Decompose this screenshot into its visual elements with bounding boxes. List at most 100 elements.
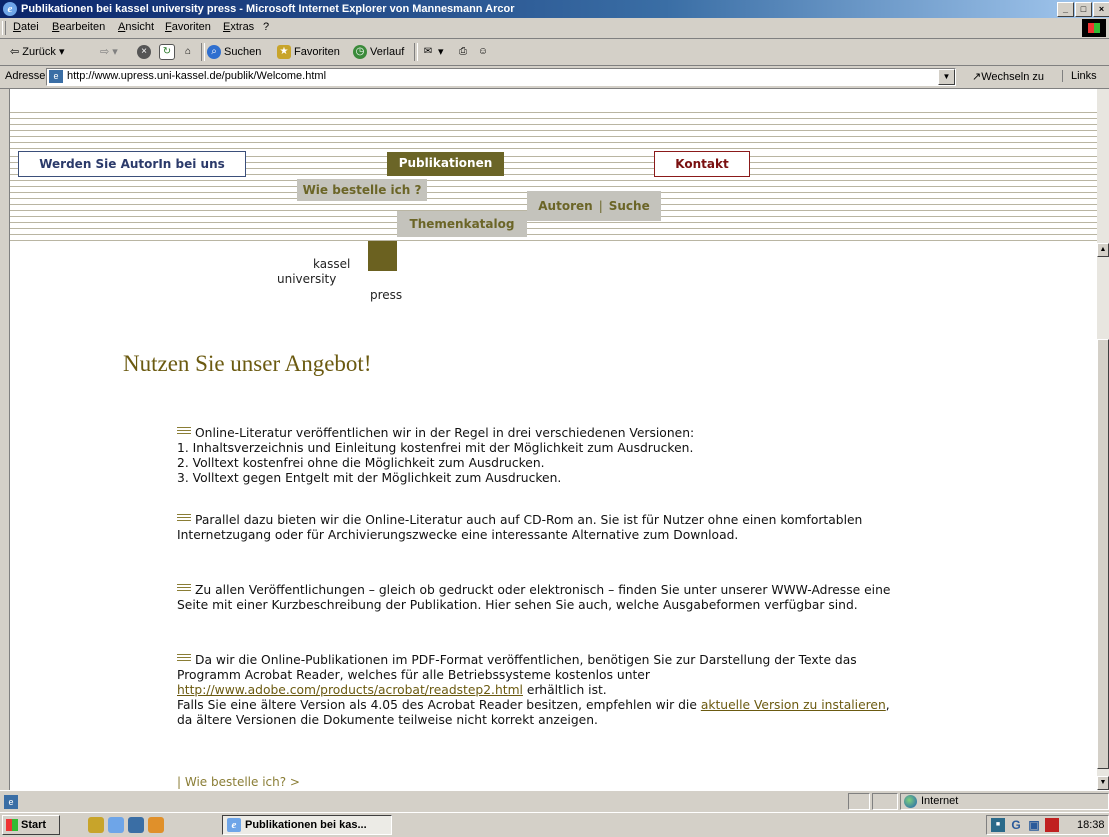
mail-button[interactable]: ✉ ▾ [421,44,444,60]
messenger-button[interactable]: ☺ [476,44,493,60]
window-title: Publikationen bei kassel university pres… [21,3,515,15]
nav-how-to-order[interactable]: Wie bestelle ich ? [297,179,427,201]
scroll-down-button[interactable]: ▼ [1097,776,1109,790]
people-icon: ☺ [477,46,489,58]
paragraph-text: Da wir die Online-Publikationen im PDF-F… [177,653,857,682]
menu-bar: Datei Bearbeiten Ansicht Favoriten Extra… [0,18,1109,39]
nav-search[interactable]: Suche [609,199,650,213]
taskbar-window-button[interactable]: Publikationen bei kas... [222,815,392,835]
address-bar: Adresse e http://www.upress.uni-kassel.d… [0,66,1109,89]
forward-arrow-icon: ⇨ ▾ [100,46,118,58]
start-button[interactable]: Start [2,815,60,835]
history-label: Verlauf [370,46,405,58]
go-arrow-icon: ↗ [972,71,982,83]
paragraph-publications: Zu allen Veröffentlichungen – gleich ob … [177,583,897,613]
mail-icon: ✉ [423,46,433,58]
menu-help[interactable]: ? [263,21,269,33]
history-icon: ◷ [353,45,367,60]
paragraph-text: Zu allen Veröffentlichungen – gleich ob … [177,583,891,612]
scroll-thumb[interactable] [1097,339,1109,769]
list-item: 3. Volltext gegen Entgelt mit der Möglic… [177,471,562,485]
nav-authors-search-box: Autoren | Suche [527,191,661,221]
paragraph-versions: Online-Literatur veröffentlichen wir in … [177,426,897,486]
nav-separator: | [598,199,603,213]
address-label: Adresse [5,70,46,82]
search-label: Suchen [224,46,262,58]
menu-extras[interactable]: Extras [223,21,254,33]
status-pane [848,793,870,810]
menu-datei[interactable]: Datei [13,21,39,33]
nav-authors[interactable]: Autoren [538,199,592,213]
maximize-button[interactable]: □ [1075,2,1092,17]
tray-alert-icon[interactable] [1045,818,1059,832]
favorites-button[interactable]: ★ Favoriten [277,44,340,60]
page-status-icon: e [4,795,18,809]
address-input[interactable]: e http://www.upress.uni-kassel.de/publik… [46,68,956,86]
go-button[interactable]: ↗Wechseln zu [972,70,1044,83]
history-button[interactable]: ◷ Verlauf [353,44,404,60]
page-viewport: Werden Sie AutorIn bei uns Publikationen… [9,89,1098,790]
how-to-order-link[interactable]: | Wie bestelle ich? > [177,775,300,789]
paragraph-pdf: Da wir die Online-Publikationen im PDF-F… [177,653,897,728]
logo-square [368,241,397,271]
print-button[interactable]: ⎙ [456,44,473,60]
status-bar: e Internet [0,790,1109,813]
adobe-link[interactable]: http://www.adobe.com/products/acrobat/re… [177,683,523,697]
system-tray: ■ G ▣ 18:38 [986,815,1109,835]
tray-icon[interactable]: ■ [991,818,1005,832]
taskbar: Start Publikationen bei kas... ■ G ▣ 18:… [0,812,1109,837]
page-icon: e [49,70,63,83]
paragraph-text: Online-Literatur veröffentlichen wir in … [195,426,695,440]
quicklaunch-desktop-icon[interactable] [88,817,104,833]
list-item: 2. Volltext kostenfrei ohne die Möglichk… [177,456,545,470]
page-heading: Nutzen Sie unser Angebot! [123,351,372,376]
menu-favoriten[interactable]: Favoriten [165,21,211,33]
menu-ansicht[interactable]: Ansicht [118,21,154,33]
logo-press: press [370,288,403,302]
ie-icon: e [3,2,17,16]
zone-label: Internet [921,795,959,807]
home-button[interactable]: ⌂ [181,44,198,60]
quicklaunch-outlook-icon[interactable] [128,817,144,833]
nav-publications[interactable]: Publikationen [387,152,504,176]
quicklaunch-media-icon[interactable] [148,817,164,833]
refresh-icon: ↻ [159,44,175,61]
address-url: http://www.upress.uni-kassel.de/publik/W… [67,70,327,82]
globe-icon [904,794,917,808]
windows-logo-icon [1082,19,1106,37]
tray-network-icon[interactable]: ▣ [1027,818,1041,832]
links-button[interactable]: Links [1062,70,1097,82]
paragraph-text: Falls Sie eine ältere Version als 4.05 d… [177,698,697,712]
security-zone: Internet [900,793,1109,810]
list-item: 1. Inhaltsverzeichnis und Einleitung kos… [177,441,694,455]
logo-university: university [277,272,337,286]
title-bar[interactable]: e Publikationen bei kassel university pr… [0,0,1109,18]
favorites-label: Favoriten [294,46,340,58]
decorative-stripes [10,107,1098,149]
logo-kassel: kassel [313,257,351,271]
nav-topic-catalog[interactable]: Themenkatalog [397,211,527,237]
chevron-down-icon: ▾ [58,46,65,58]
forward-button[interactable]: ⇨ ▾ [100,44,118,60]
nav-contact[interactable]: Kontakt [654,151,750,177]
toolbar-separator [201,43,205,61]
menu-bearbeiten[interactable]: Bearbeiten [52,21,105,33]
stop-icon: × [137,45,151,60]
update-version-link[interactable]: aktuelle Version zu instalieren [701,698,886,712]
refresh-button[interactable]: ↻ [159,44,178,61]
tray-g-icon[interactable]: G [1009,818,1023,832]
vertical-scrollbar[interactable]: ▲ ▼ [1097,89,1109,790]
nav-become-author[interactable]: Werden Sie AutorIn bei uns [18,151,246,177]
scroll-up-button[interactable]: ▲ [1097,243,1109,257]
quicklaunch-ie-icon[interactable] [108,817,124,833]
back-button[interactable]: ⇦ Zurück ▾ [10,44,65,60]
stop-button[interactable]: × [137,44,154,60]
search-button[interactable]: ⌕ Suchen [207,44,261,60]
home-icon: ⌂ [184,46,192,58]
close-button[interactable]: × [1093,2,1109,17]
address-dropdown-button[interactable]: ▼ [938,69,955,85]
toolbar-separator [414,43,418,61]
minimize-button[interactable]: _ [1057,2,1074,17]
paragraph-text: erhältlich ist. [526,683,607,697]
chevron-down-icon: ▾ [438,46,444,58]
